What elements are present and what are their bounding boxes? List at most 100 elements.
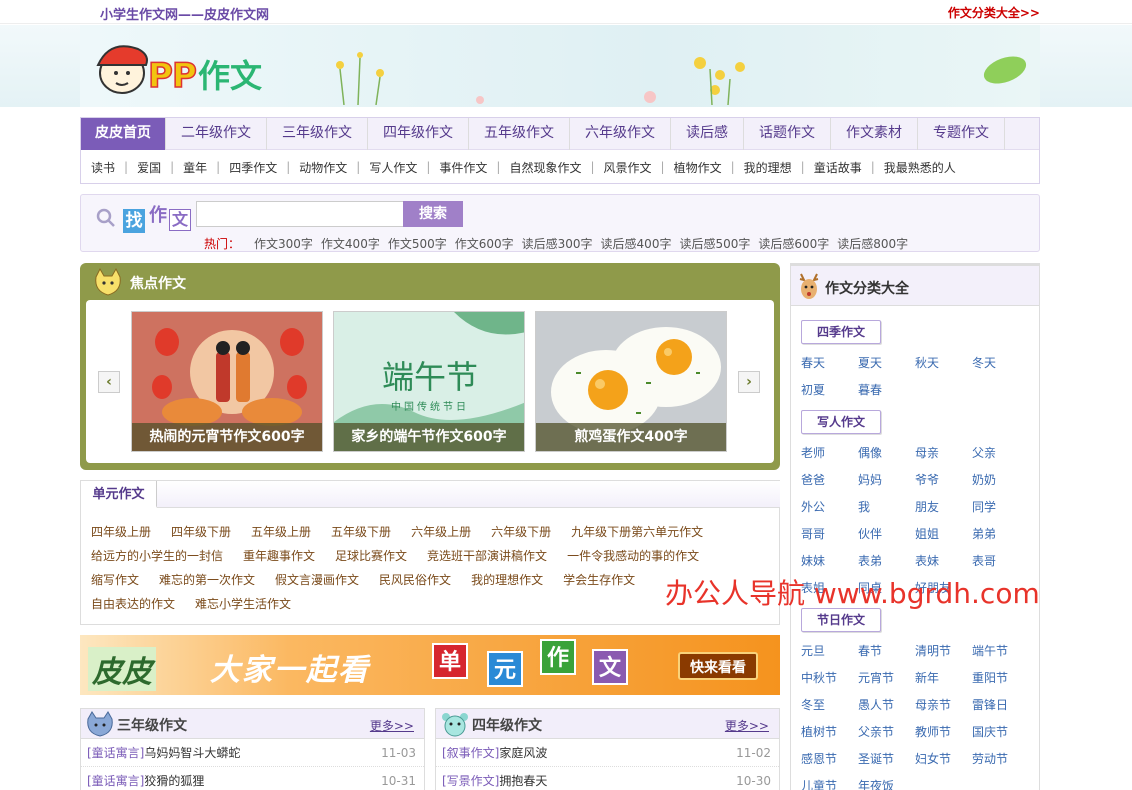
hot-keyword-link[interactable]: 作文600字 <box>455 235 514 252</box>
list-item[interactable]: [童话寓言]乌妈妈智斗大蟒蛇 11-03 <box>81 739 424 767</box>
unit-link[interactable]: 五年级上册 <box>251 523 311 540</box>
category-link[interactable]: 劳动节 <box>972 746 1029 773</box>
carousel-next-button[interactable]: › <box>738 371 760 393</box>
category-link[interactable]: 年夜饭 <box>858 773 915 790</box>
category-link[interactable]: 朋友 <box>915 494 972 521</box>
site-name-link[interactable]: 小学生作文网——皮皮作文网 <box>100 4 269 23</box>
unit-link[interactable]: 五年级下册 <box>331 523 391 540</box>
category-link[interactable]: 元旦 <box>801 638 858 665</box>
subnav-item[interactable]: 爱国 <box>137 159 161 176</box>
list-item[interactable]: [写景作文]拥抱春天 10-30 <box>436 767 779 790</box>
unit-link[interactable]: 自由表达的作文 <box>91 595 175 612</box>
category-link[interactable]: 儿童节 <box>801 773 858 790</box>
item-category[interactable]: [写景作文] <box>442 774 499 788</box>
subnav-item[interactable]: 四季作文 <box>229 159 277 176</box>
item-title[interactable]: 狡猾的狐狸 <box>144 774 204 788</box>
hot-keyword-link[interactable]: 作文400字 <box>321 235 380 252</box>
nav-item-grade3[interactable]: 三年级作文 <box>267 118 368 150</box>
hot-keyword-link[interactable]: 读后感600字 <box>758 235 829 252</box>
category-link[interactable]: 清明节 <box>915 638 972 665</box>
tab-unit-essays[interactable]: 单元作文 <box>81 481 157 508</box>
group-tag[interactable]: 四季作文 <box>801 320 881 344</box>
unit-link[interactable]: 民风民俗作文 <box>379 571 451 588</box>
nav-item-topic[interactable]: 话题作文 <box>744 118 831 150</box>
focus-card-lantern[interactable]: 热闹的元宵节作文600字 <box>131 311 323 452</box>
list-item[interactable]: [童话寓言]狡猾的狐狸 10-31 <box>81 767 424 790</box>
unit-link[interactable]: 竞选班干部演讲稿作文 <box>427 547 547 564</box>
ad-banner[interactable]: 皮皮 大家一起看 单 元 作 文 快来看看 <box>80 635 780 695</box>
unit-link[interactable]: 难忘的第一次作文 <box>159 571 255 588</box>
category-link[interactable]: 重阳节 <box>972 665 1029 692</box>
subnav-item[interactable]: 我的理想 <box>744 159 792 176</box>
focus-card-eggs[interactable]: 煎鸡蛋作文400字 <box>535 311 727 452</box>
nav-item-grade6[interactable]: 六年级作文 <box>570 118 671 150</box>
category-link[interactable]: 春节 <box>858 638 915 665</box>
category-link[interactable]: 姐姐 <box>915 521 972 548</box>
item-category[interactable]: [童话寓言] <box>87 746 144 760</box>
subnav-item[interactable]: 读书 <box>91 159 115 176</box>
unit-link[interactable]: 重年趣事作文 <box>243 547 315 564</box>
category-link[interactable]: 妈妈 <box>858 467 915 494</box>
item-title[interactable]: 乌妈妈智斗大蟒蛇 <box>144 746 240 760</box>
unit-link[interactable]: 四年级下册 <box>171 523 231 540</box>
category-link[interactable]: 奶奶 <box>972 467 1029 494</box>
subnav-item[interactable]: 童话故事 <box>814 159 862 176</box>
category-link[interactable]: 雷锋日 <box>972 692 1029 719</box>
item-category[interactable]: [童话寓言] <box>87 774 144 788</box>
category-link[interactable]: 春天 <box>801 350 858 377</box>
unit-link[interactable]: 九年级下册第六单元作文 <box>571 523 703 540</box>
nav-item-home[interactable]: 皮皮首页 <box>81 118 166 150</box>
subnav-item[interactable]: 风景作文 <box>604 159 652 176</box>
category-link[interactable]: 我 <box>858 494 915 521</box>
category-link[interactable]: 哥哥 <box>801 521 858 548</box>
category-link[interactable]: 教师节 <box>915 719 972 746</box>
category-link[interactable]: 伙伴 <box>858 521 915 548</box>
category-link[interactable]: 偶像 <box>858 440 915 467</box>
category-link[interactable]: 冬天 <box>972 350 1029 377</box>
ad-look-button[interactable]: 快来看看 <box>678 652 758 680</box>
subnav-item[interactable]: 写人作文 <box>369 159 417 176</box>
unit-link[interactable]: 四年级上册 <box>91 523 151 540</box>
hot-keyword-link[interactable]: 作文300字 <box>254 235 313 252</box>
category-link[interactable]: 感恩节 <box>801 746 858 773</box>
nav-item-grade4[interactable]: 四年级作文 <box>368 118 469 150</box>
hot-keyword-link[interactable]: 读后感800字 <box>837 235 908 252</box>
search-input[interactable] <box>196 201 404 227</box>
hot-keyword-link[interactable]: 读后感400字 <box>601 235 672 252</box>
category-link[interactable]: 新年 <box>915 665 972 692</box>
unit-link[interactable]: 难忘小学生活作文 <box>195 595 291 612</box>
category-link[interactable]: 外公 <box>801 494 858 521</box>
category-link[interactable]: 端午节 <box>972 638 1029 665</box>
category-link[interactable]: 表妹 <box>915 548 972 575</box>
subnav-item[interactable]: 我最熟悉的人 <box>884 159 956 176</box>
item-title[interactable]: 拥抱春天 <box>499 774 547 788</box>
nav-item-reading[interactable]: 读后感 <box>671 118 744 150</box>
category-link[interactable]: 弟弟 <box>972 521 1029 548</box>
unit-link[interactable]: 给远方的小学生的一封信 <box>91 547 223 564</box>
subnav-item[interactable]: 自然现象作文 <box>509 159 581 176</box>
subnav-item[interactable]: 植物作文 <box>674 159 722 176</box>
nav-item-grade2[interactable]: 二年级作文 <box>166 118 267 150</box>
grade4-more-link[interactable]: 更多>> <box>725 717 769 734</box>
nav-item-material[interactable]: 作文素材 <box>831 118 918 150</box>
category-link[interactable]: 圣诞节 <box>858 746 915 773</box>
category-link[interactable]: 表弟 <box>858 548 915 575</box>
category-link[interactable]: 爸爸 <box>801 467 858 494</box>
category-link[interactable]: 夏天 <box>858 350 915 377</box>
unit-link[interactable]: 我的理想作文 <box>471 571 543 588</box>
category-link[interactable]: 愚人节 <box>858 692 915 719</box>
category-link[interactable]: 爷爷 <box>915 467 972 494</box>
category-link[interactable]: 父亲节 <box>858 719 915 746</box>
category-link[interactable]: 母亲节 <box>915 692 972 719</box>
category-link[interactable]: 父亲 <box>972 440 1029 467</box>
category-link[interactable]: 秋天 <box>915 350 972 377</box>
carousel-prev-button[interactable]: ‹ <box>98 371 120 393</box>
category-link[interactable]: 植树节 <box>801 719 858 746</box>
list-item[interactable]: [叙事作文]家庭风波 11-02 <box>436 739 779 767</box>
grade3-more-link[interactable]: 更多>> <box>370 717 414 734</box>
unit-link[interactable]: 一件令我感动的事的作文 <box>567 547 699 564</box>
category-link[interactable]: 初夏 <box>801 377 858 404</box>
category-link[interactable]: 同学 <box>972 494 1029 521</box>
nav-item-special[interactable]: 专题作文 <box>918 118 1005 150</box>
category-link[interactable]: 表哥 <box>972 548 1029 575</box>
